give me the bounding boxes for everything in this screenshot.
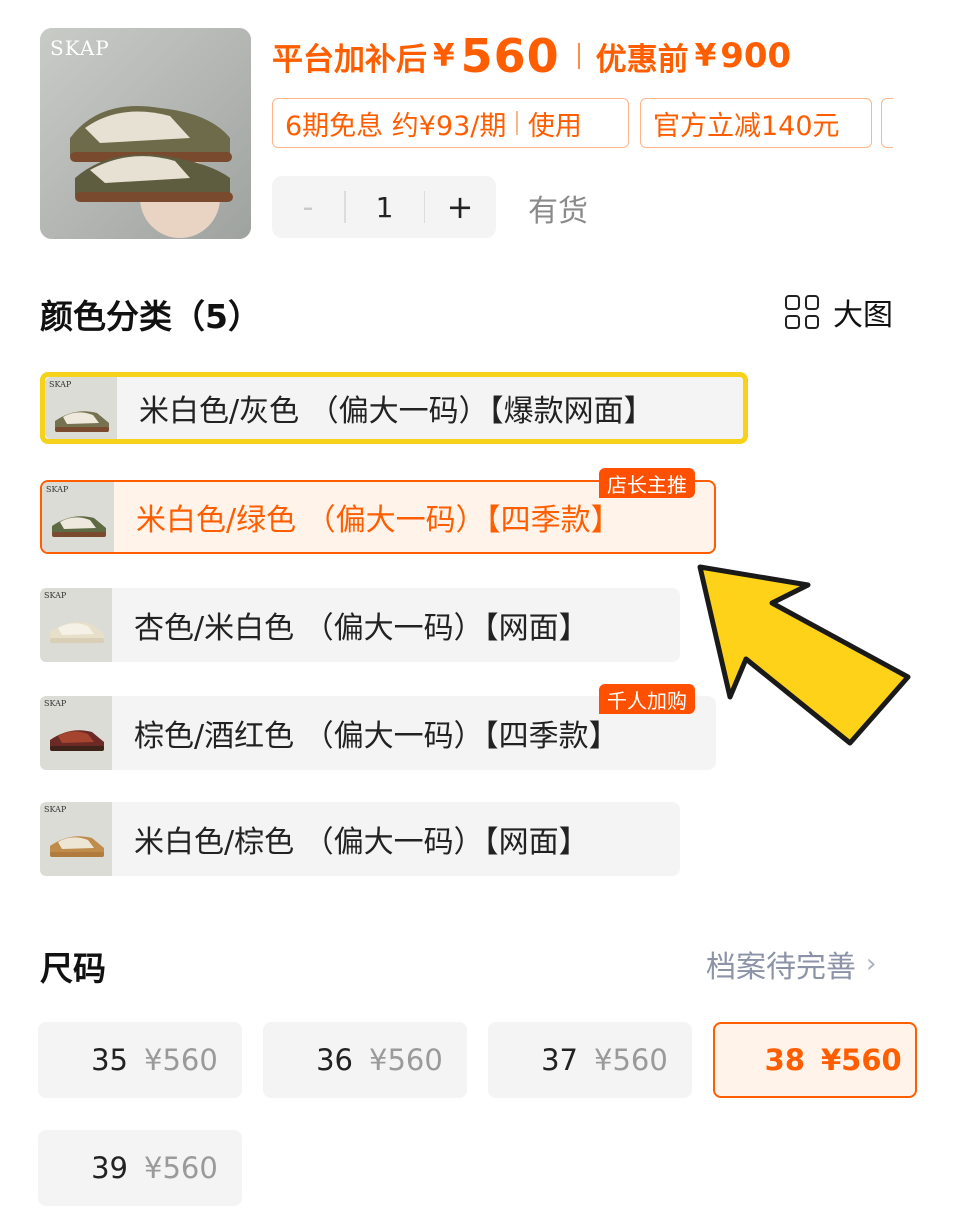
size-value: 35: [91, 1043, 128, 1077]
original-price: 900: [720, 36, 792, 76]
price-label: 平台加补后: [272, 41, 427, 78]
discount-text: 官方立减140元: [653, 110, 840, 142]
color-thumbnail: SKAP: [40, 588, 112, 662]
color-section-title: 颜色分类（5）: [40, 297, 261, 336]
stock-status: 有货: [528, 194, 588, 229]
brand-logo: SKAP: [44, 591, 67, 600]
color-option[interactable]: SKAP 米白色/灰色 （偏大一码）【爆款网面】: [40, 372, 748, 444]
popular-tag: 千人加购: [599, 684, 695, 714]
brand-logo: SKAP: [46, 485, 69, 494]
promo-divider: [516, 111, 518, 135]
size-option[interactable]: 37 ¥560: [488, 1022, 692, 1098]
size-price: ¥560: [144, 1043, 218, 1077]
discount-promo[interactable]: 官方立减140元: [640, 98, 872, 148]
color-option[interactable]: SKAP 米白色/棕色 （偏大一码）【网面】: [40, 802, 680, 876]
color-thumbnail: SKAP: [40, 696, 112, 770]
size-option[interactable]: 38 ¥560: [713, 1022, 917, 1098]
size-value: 39: [91, 1151, 128, 1185]
color-option-label: 杏色/米白色 （偏大一码）【网面】: [134, 611, 589, 646]
color-thumbnail: SKAP: [40, 802, 112, 876]
brand-logo: SKAP: [49, 380, 72, 389]
currency-symbol: ¥: [694, 38, 717, 74]
grid-icon: [785, 295, 819, 329]
color-thumbnail: SKAP: [42, 482, 114, 552]
view-toggle-button[interactable]: 大图: [785, 290, 893, 334]
recommend-tag: 店长主推: [599, 468, 695, 498]
color-option-label: 米白色/绿色 （偏大一码）【四季款】: [136, 503, 621, 538]
brand-logo: SKAP: [44, 699, 67, 708]
color-option-label: 棕色/酒红色 （偏大一码）【四季款】: [134, 719, 619, 754]
chevron-right-icon: ›: [866, 949, 877, 979]
price-line: 平台加补后 ¥ 560 优惠前 ¥ 900: [272, 28, 791, 84]
current-price: 560: [460, 29, 560, 83]
size-option[interactable]: 39 ¥560: [38, 1130, 242, 1206]
installment-text: 6期免息 约¥93/期: [285, 110, 507, 142]
color-thumbnail: SKAP: [45, 377, 117, 439]
brand-logo: SKAP: [44, 805, 67, 814]
size-price: ¥560: [369, 1043, 443, 1077]
size-option[interactable]: 36 ¥560: [263, 1022, 467, 1098]
installment-use-button[interactable]: 使用: [528, 104, 582, 143]
view-toggle-label: 大图: [833, 298, 893, 333]
arrow-pointer-icon: [697, 564, 911, 746]
product-image[interactable]: SKAP: [40, 28, 251, 239]
quantity-minus-button[interactable]: -: [272, 176, 344, 238]
profile-link-label: 档案待完善: [706, 950, 856, 985]
size-profile-link[interactable]: 档案待完善 ›: [706, 942, 876, 986]
size-price: ¥560: [594, 1043, 668, 1077]
quantity-value[interactable]: 1: [346, 176, 424, 238]
size-value: 37: [541, 1043, 578, 1077]
installment-promo[interactable]: 6期免息 约¥93/期 使用: [272, 98, 629, 148]
currency-symbol: ¥: [433, 38, 455, 74]
price-divider: [577, 43, 580, 69]
size-section-title: 尺码: [40, 949, 106, 988]
size-price: ¥560: [144, 1151, 218, 1185]
size-value: 38: [764, 1043, 805, 1077]
promo-overflow-edge: [881, 98, 893, 148]
color-option[interactable]: SKAP 杏色/米白色 （偏大一码）【网面】: [40, 588, 680, 662]
color-option-label: 米白色/灰色 （偏大一码）【爆款网面】: [139, 394, 654, 429]
original-price-label: 优惠前: [595, 41, 689, 78]
size-option[interactable]: 35 ¥560: [38, 1022, 242, 1098]
brand-logo: SKAP: [50, 36, 110, 60]
quantity-plus-button[interactable]: +: [425, 176, 495, 238]
size-value: 36: [316, 1043, 353, 1077]
quantity-stepper[interactable]: - 1 +: [272, 176, 496, 238]
size-price: ¥560: [821, 1043, 902, 1077]
color-option-label: 米白色/棕色 （偏大一码）【网面】: [134, 825, 589, 860]
